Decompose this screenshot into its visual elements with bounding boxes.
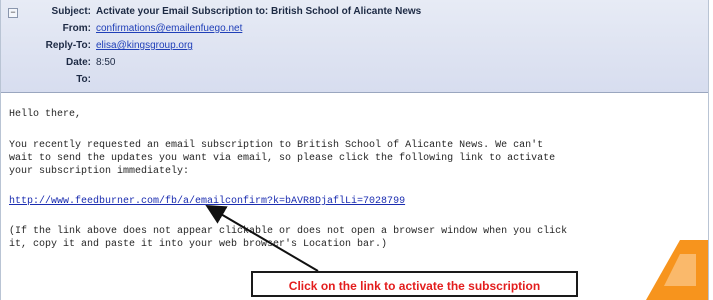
reply-to-address-link[interactable]: elisa@kingsgroup.org [96, 38, 193, 54]
paragraph-line-3: your subscription immediately: [9, 166, 190, 177]
date-label: Date: [65, 57, 91, 68]
note-line-1: (If the link above does not appear click… [9, 226, 568, 237]
greeting-text: Hello there, [9, 109, 82, 120]
paragraph-line-2: wait to send the updates you want via em… [9, 153, 556, 164]
date-value: 8:50 [96, 57, 116, 68]
confirm-subscription-link[interactable]: http://www.feedburner.com/fb/a/emailconf… [9, 195, 405, 208]
email-header: − Subject: Activate your Email Subscript… [1, 0, 708, 93]
annotation-callout: Click on the link to activate the subscr… [251, 271, 578, 297]
from-label: From: [62, 23, 91, 34]
orange-logo-icon [646, 240, 708, 300]
paragraph-line-1: You recently requested an email subscrip… [9, 140, 544, 151]
from-address-link[interactable]: confirmations@emailenfuego.net [96, 21, 242, 37]
email-window: − Subject: Activate your Email Subscript… [0, 0, 709, 300]
subject-label: Subject: [51, 6, 91, 17]
note-line-2: it, copy it and paste it into your web b… [9, 239, 388, 250]
reply-to-label: Reply-To: [45, 40, 91, 51]
to-label: To: [76, 74, 91, 85]
subject-value: Activate your Email Subscription to: Bri… [96, 6, 422, 17]
